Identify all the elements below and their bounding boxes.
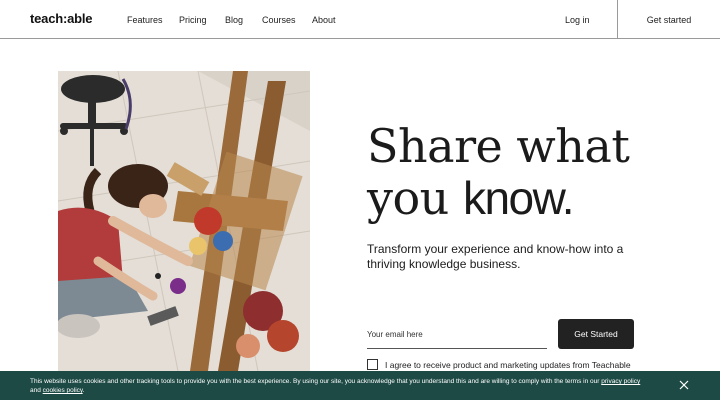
hero-headline: Share what you know. xyxy=(367,120,697,224)
email-input[interactable] xyxy=(367,320,547,348)
login-link[interactable]: Log in xyxy=(565,15,590,25)
marketing-consent: I agree to receive product and marketing… xyxy=(367,359,631,370)
consent-checkbox[interactable] xyxy=(367,359,378,370)
headline-line-1: Share what xyxy=(367,119,630,173)
site-header: teach:able Features Pricing Blog Courses… xyxy=(0,0,720,39)
cookie-banner: This website uses cookies and other trac… xyxy=(0,371,720,400)
nav-features-link[interactable]: Features xyxy=(127,15,163,25)
teachable-logo[interactable]: teach:able xyxy=(30,11,93,26)
artist-painting-illustration xyxy=(58,71,310,371)
nav-blog-link[interactable]: Blog xyxy=(225,15,243,25)
hero-subtext: Transform your experience and know-how i… xyxy=(367,242,624,271)
get-started-header-label: Get started xyxy=(646,14,692,25)
cookies-policy-link[interactable]: cookies policy xyxy=(43,387,83,394)
headline-line-2-emphasis: know. xyxy=(462,172,575,224)
nav-pricing-link[interactable]: Pricing xyxy=(179,15,207,25)
hero-image xyxy=(58,71,310,371)
close-icon[interactable] xyxy=(678,378,690,390)
nav-courses-link[interactable]: Courses xyxy=(262,15,296,25)
headline-line-2-serif: you xyxy=(367,171,463,225)
privacy-policy-link[interactable]: privacy policy xyxy=(601,378,640,385)
consent-label: I agree to receive product and marketing… xyxy=(385,359,631,370)
get-started-header-button[interactable]: Get started xyxy=(617,0,720,39)
cookie-message: This website uses cookies and other trac… xyxy=(30,378,600,385)
cookie-period: . xyxy=(82,387,85,394)
cookie-banner-text: This website uses cookies and other trac… xyxy=(30,377,670,395)
cookie-and: and xyxy=(30,387,41,394)
email-field-wrapper xyxy=(367,320,547,349)
nav-about-link[interactable]: About xyxy=(312,15,336,25)
get-started-button[interactable]: Get Started xyxy=(558,319,634,349)
get-started-button-label: Get Started xyxy=(574,329,618,339)
